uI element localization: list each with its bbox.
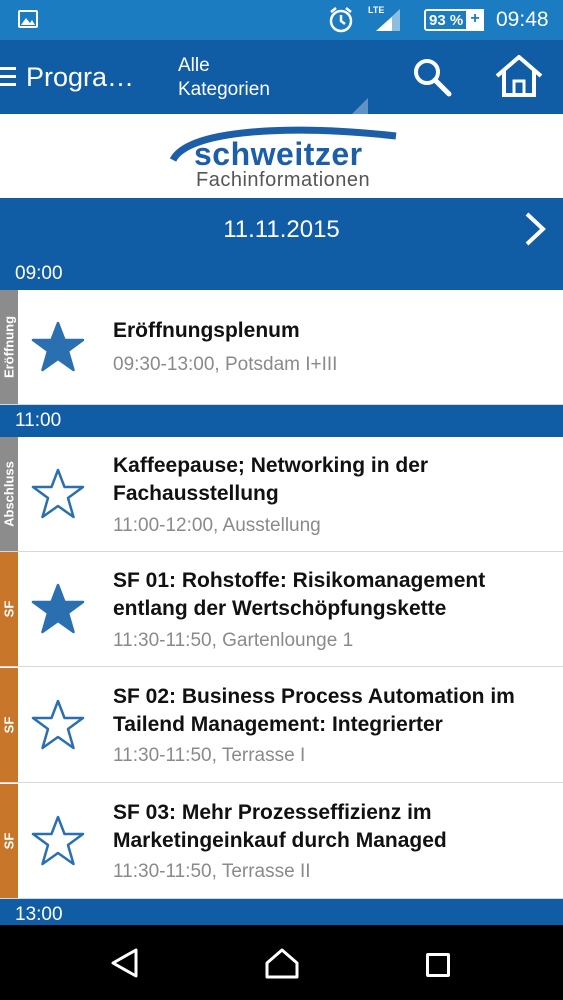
- signal-icon: [376, 9, 400, 31]
- star-outline-icon[interactable]: [30, 698, 86, 752]
- session-subtitle: 11:30-11:50, Terrasse I: [113, 745, 306, 766]
- search-icon[interactable]: [412, 57, 452, 97]
- star-outline-icon[interactable]: [30, 467, 86, 521]
- app-title: Progra…: [26, 62, 135, 92]
- current-date: 11.11.2015: [223, 216, 340, 243]
- session-subtitle: 11:00-12:00, Ausstellung: [113, 515, 321, 536]
- logo-subtitle: Fachinformationen: [196, 169, 371, 191]
- session-subtitle: 11:30-11:50, Gartenlounge 1: [113, 630, 354, 651]
- star-filled-icon[interactable]: [30, 320, 86, 374]
- home-icon[interactable]: [494, 54, 544, 98]
- alarm-icon: [329, 7, 353, 33]
- category-line-2: Kategorien: [178, 79, 270, 100]
- gallery-icon: [18, 10, 38, 28]
- session-row[interactable]: SF SF 02: Business Process Automation im…: [0, 668, 563, 783]
- session-row[interactable]: SF SF 03: Mehr Prozesseffizienz im Marke…: [0, 784, 563, 899]
- star-outline-icon[interactable]: [30, 814, 86, 868]
- star-filled-icon[interactable]: [30, 582, 86, 636]
- status-bar: LTE 93 % + 09:48: [0, 0, 563, 40]
- session-row[interactable]: Abschluss Kaffeepause; Networking in der…: [0, 437, 563, 552]
- clock: 09:48: [496, 8, 549, 31]
- category-selector[interactable]: Alle Kategorien: [178, 54, 368, 116]
- charging-plus: +: [466, 9, 484, 31]
- session-row[interactable]: Eröffnung Eröffnungsplenum 09:30-13:00, …: [0, 290, 563, 405]
- time-header: 09:00: [0, 258, 563, 290]
- category-tag: Abschluss: [0, 437, 18, 551]
- category-tag: SF: [0, 668, 18, 782]
- session-row[interactable]: SF SF 01: Rohstoffe: Risikomanagement en…: [0, 552, 563, 667]
- category-line-1: Alle: [178, 55, 210, 76]
- home-nav-icon[interactable]: [264, 947, 300, 979]
- system-nav-bar: [0, 925, 563, 1000]
- session-subtitle: 09:30-13:00, Potsdam I+III: [113, 354, 338, 375]
- session-title: SF 03: Mehr Prozesseffizienz im Marketin…: [113, 801, 447, 852]
- brand-logo: schweitzer Fachinformationen: [0, 114, 563, 198]
- menu-icon[interactable]: [0, 67, 16, 87]
- category-tag: SF: [0, 552, 18, 666]
- session-subtitle: 11:30-11:50, Terrasse II: [113, 861, 311, 882]
- logo-brand: schweitzer: [194, 136, 363, 172]
- session-title: SF 02: Business Process Automation im Ta…: [113, 685, 515, 736]
- category-tag: SF: [0, 784, 18, 898]
- time-header: 11:00: [0, 405, 563, 437]
- session-title: Eröffnungsplenum: [113, 319, 300, 342]
- recent-apps-icon[interactable]: [426, 953, 450, 977]
- category-tag: Eröffnung: [0, 290, 18, 404]
- session-title: SF 01: Rohstoffe: Risikomanagement entla…: [113, 569, 486, 620]
- battery-icon: 93 % +: [424, 9, 484, 31]
- date-bar: 11.11.2015: [0, 198, 563, 258]
- chevron-right-icon[interactable]: [522, 211, 548, 247]
- battery-level: 93 %: [429, 12, 464, 29]
- back-icon[interactable]: [110, 948, 140, 978]
- app-bar: Progra… Alle Kategorien: [0, 40, 563, 116]
- session-title: Kaffeepause; Networking in der Fachausst…: [113, 454, 429, 505]
